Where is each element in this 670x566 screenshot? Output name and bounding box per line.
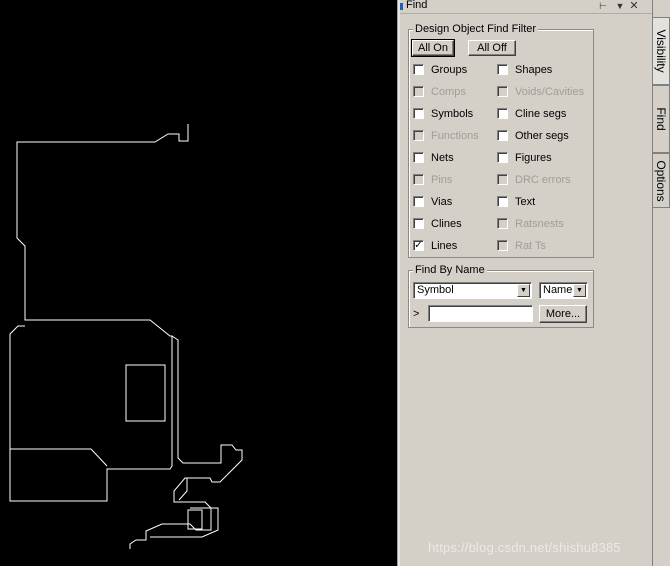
filter-pins-label: Pins <box>431 174 453 186</box>
filter-cline-segs-checkbox[interactable] <box>497 108 508 119</box>
triangle-down-icon[interactable]: ▼ <box>614 0 626 13</box>
filter-voids-cavities-checkbox <box>497 86 508 97</box>
board-outline-top <box>9 124 189 502</box>
filter-cline-segs-label: Cline segs <box>515 108 567 120</box>
filter-rat-ts-checkbox <box>497 240 508 251</box>
filter-ratsnests-checkbox <box>497 218 508 229</box>
rect-cutout <box>125 364 166 422</box>
filter-groups-checkbox[interactable] <box>413 64 424 75</box>
tab-visibility-label: Visibility <box>654 29 668 73</box>
side-tabs: Visibility Find Options <box>652 0 670 566</box>
filter-symbols-checkbox[interactable] <box>413 108 424 119</box>
tab-find-label: Find <box>654 107 668 131</box>
filter-other-segs-checkbox[interactable] <box>497 130 508 141</box>
filter-functions-checkbox <box>413 130 424 141</box>
object-type-value: Symbol <box>417 284 454 296</box>
filter-rat-ts-label: Rat Ts <box>515 240 546 252</box>
board-outline-inner <box>178 478 188 501</box>
find-panel: Find ⊢ ▼ ✕ Design Object Find Filter All… <box>400 0 652 566</box>
more-button[interactable]: More... <box>539 305 587 323</box>
pin-icon[interactable]: ⊢ <box>597 0 609 13</box>
tab-find[interactable]: Find <box>653 85 670 153</box>
tab-options-label: Options <box>654 159 668 202</box>
filter-groups-label: Groups <box>431 64 468 76</box>
filter-nets-label: Nets <box>431 152 454 164</box>
prompt-symbol: > <box>413 308 420 320</box>
find-filter-legend: Design Object Find Filter <box>413 23 539 36</box>
find-by-name-group: Find By Name Symbol ▼ Name ▼ > More... <box>408 264 594 328</box>
filter-comps-checkbox <box>413 86 424 97</box>
board-outline-step <box>10 448 108 467</box>
find-filter-group: Design Object Find Filter All On All Off… <box>408 23 594 258</box>
filter-symbols-label: Symbols <box>431 108 474 120</box>
watermark-text: https://blog.csdn.net/shishu8385 <box>428 540 621 555</box>
tab-options[interactable]: Options <box>653 153 670 208</box>
chevron-down-icon[interactable]: ▼ <box>573 284 586 297</box>
filter-vias-checkbox[interactable] <box>413 196 424 207</box>
all-on-button[interactable]: All On <box>411 39 455 57</box>
filter-nets-checkbox[interactable] <box>413 152 424 163</box>
filter-voids-cavities-label: Voids/Cavities <box>515 86 585 98</box>
match-mode-value: Name <box>543 284 573 296</box>
filter-lines-checkbox[interactable]: ✓ <box>413 240 424 251</box>
board-outline-drawing[interactable] <box>0 0 397 566</box>
close-icon[interactable]: ✕ <box>628 0 640 13</box>
name-input[interactable] <box>428 305 533 322</box>
find-panel-titlebar[interactable]: Find ⊢ ▼ ✕ <box>400 0 652 14</box>
filter-drc-errors-checkbox <box>497 174 508 185</box>
filter-clines-checkbox[interactable] <box>413 218 424 229</box>
filter-functions-label: Functions <box>431 130 479 142</box>
filter-clines-label: Clines <box>431 218 462 230</box>
filter-figures-checkbox[interactable] <box>497 152 508 163</box>
board-outline-right-notch <box>129 335 243 549</box>
chevron-down-icon[interactable]: ▼ <box>517 284 530 297</box>
filter-text-checkbox[interactable] <box>497 196 508 207</box>
panel-title: Find <box>406 0 428 11</box>
filter-pins-checkbox <box>413 174 424 185</box>
title-grip-icon <box>400 3 403 10</box>
design-canvas[interactable] <box>0 0 397 566</box>
match-mode-select[interactable]: Name ▼ <box>539 282 588 299</box>
small-slot <box>187 509 203 530</box>
object-type-select[interactable]: Symbol ▼ <box>413 282 532 299</box>
filter-ratsnests-label: Ratsnests <box>515 218 564 230</box>
filter-lines-label: Lines <box>431 240 458 252</box>
tab-visibility[interactable]: Visibility <box>653 17 670 85</box>
filter-shapes-label: Shapes <box>515 64 553 76</box>
find-by-name-legend: Find By Name <box>413 264 487 277</box>
filter-comps-label: Comps <box>431 86 466 98</box>
filter-text-label: Text <box>515 196 536 208</box>
all-off-button[interactable]: All Off <box>468 40 516 56</box>
filter-vias-label: Vias <box>431 196 453 208</box>
board-outline-bottom <box>150 507 219 538</box>
filter-figures-label: Figures <box>515 152 552 164</box>
filter-other-segs-label: Other segs <box>515 130 569 142</box>
filter-drc-errors-label: DRC errors <box>515 174 571 186</box>
filter-shapes-checkbox[interactable] <box>497 64 508 75</box>
